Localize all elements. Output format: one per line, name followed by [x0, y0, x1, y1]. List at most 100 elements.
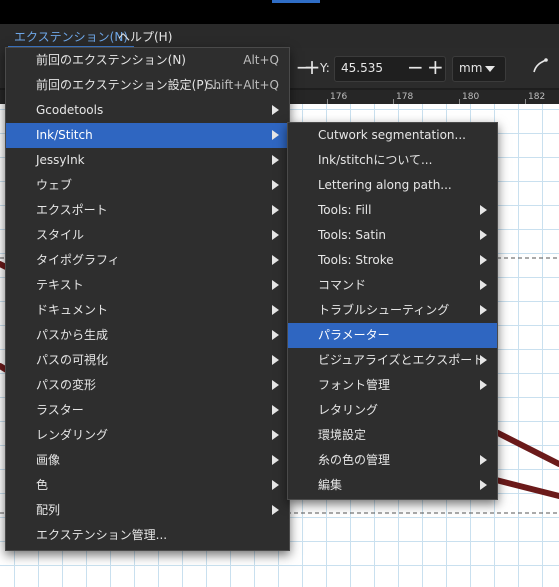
menu-item-commands[interactable]: コマンド — [288, 273, 497, 298]
chevron-right-icon — [272, 380, 279, 390]
menu-item-label: パスの可視化 — [36, 353, 109, 367]
menu-item-label: タイポグラフィ — [36, 253, 120, 267]
menu-item-tools-fill[interactable]: Tools: Fill — [288, 198, 497, 223]
menu-item-generate-from-path[interactable]: パスから生成 — [6, 323, 289, 348]
menu-item-images[interactable]: 画像 — [6, 448, 289, 473]
menu-item-raster[interactable]: ラスター — [6, 398, 289, 423]
shortcut-label: Shift+Alt+Q — [205, 78, 279, 92]
chevron-right-icon — [272, 180, 279, 190]
menubar: エクステンション(N) ヘルプ(H) — [0, 24, 559, 48]
menu-item-preferences[interactable]: 環境設定 — [288, 423, 497, 448]
chevron-right-icon — [272, 205, 279, 215]
chevron-right-icon — [272, 430, 279, 440]
chevron-right-icon — [480, 255, 487, 265]
menu-item-last-extension[interactable]: 前回のエクステンション(N) Alt+Q — [6, 48, 289, 73]
menu-item-render[interactable]: レンダリング — [6, 423, 289, 448]
chevron-down-icon — [485, 66, 495, 72]
menu-item-lettering[interactable]: レタリング — [288, 398, 497, 423]
chevron-right-icon — [272, 305, 279, 315]
menu-item-about-inkstitch[interactable]: Ink/stitchについて... — [288, 148, 497, 173]
menu-item-document[interactable]: ドキュメント — [6, 298, 289, 323]
menu-item-label: フォント管理 — [318, 378, 391, 392]
menu-item-label: パスの変形 — [36, 378, 97, 392]
menu-item-lettering-along-path[interactable]: Lettering along path... — [288, 173, 497, 198]
menu-item-label: 画像 — [36, 453, 61, 467]
menu-item-label: ラスター — [36, 403, 84, 417]
menu-item-cutwork-segmentation[interactable]: Cutwork segmentation... — [288, 123, 497, 148]
menu-item-font-management[interactable]: フォント管理 — [288, 373, 497, 398]
menu-item-color[interactable]: 色 — [6, 473, 289, 498]
chevron-right-icon — [272, 155, 279, 165]
tab-indicator — [272, 0, 320, 3]
menu-item-label: 色 — [36, 478, 49, 492]
chevron-right-icon — [480, 455, 487, 465]
chevron-right-icon — [480, 230, 487, 240]
menu-item-label: 環境設定 — [318, 428, 367, 442]
chevron-right-icon — [272, 505, 279, 515]
chevron-right-icon — [480, 305, 487, 315]
menu-item-troubleshooting[interactable]: トラブルシューティング — [288, 298, 497, 323]
menu-item-arrange[interactable]: 配列 — [6, 498, 289, 523]
path-tool-icon[interactable] — [528, 56, 552, 80]
menu-item-label: 編集 — [318, 478, 343, 492]
menu-item-gcodetools[interactable]: Gcodetools — [6, 98, 289, 123]
inkstitch-submenu: Cutwork segmentation... Ink/stitchについて..… — [287, 122, 498, 500]
menu-item-web[interactable]: ウェブ — [6, 173, 289, 198]
chevron-right-icon — [272, 255, 279, 265]
y-increment-button[interactable]: + — [427, 55, 444, 79]
menu-item-jessyink[interactable]: JessyInk — [6, 148, 289, 173]
menu-item-label: Lettering along path... — [318, 178, 452, 192]
menu-item-label: 配列 — [36, 503, 61, 517]
y-label: Y: — [320, 61, 330, 75]
y-decrement-button[interactable]: − — [407, 55, 424, 79]
menu-item-text[interactable]: テキスト — [6, 273, 289, 298]
menu-item-label: パラメーター — [318, 328, 390, 342]
menu-item-label: Tools: Fill — [318, 203, 372, 217]
chevron-right-icon — [480, 280, 487, 290]
menu-item-label: ウェブ — [36, 178, 73, 192]
ruler-tick-label: 176 — [330, 92, 348, 102]
chevron-right-icon — [272, 330, 279, 340]
chevron-right-icon — [272, 230, 279, 240]
extensions-menu: 前回のエクステンション(N) Alt+Q 前回のエクステンション設定(P)... S… — [5, 47, 290, 551]
menu-item-visualize-export[interactable]: ビジュアライズとエクスポート — [288, 348, 497, 373]
ruler-tick-label: 182 — [528, 92, 546, 102]
menu-item-label: Cutwork segmentation... — [318, 128, 466, 142]
menu-item-manage-extensions[interactable]: エクステンション管理... — [6, 523, 289, 548]
chevron-right-icon — [272, 480, 279, 490]
chevron-right-icon — [480, 480, 487, 490]
menu-item-label: テキスト — [36, 278, 84, 292]
menu-item-modify-path[interactable]: パスの変形 — [6, 373, 289, 398]
menu-item-label: ビジュアライズとエクスポート — [318, 353, 485, 367]
chevron-right-icon — [480, 205, 487, 215]
menu-item-parameters[interactable]: パラメーター — [288, 323, 497, 348]
window-title-strip — [0, 0, 559, 24]
ruler-tick-label: 180 — [462, 92, 480, 102]
menu-item-visualize-path[interactable]: パスの可視化 — [6, 348, 289, 373]
ruler-tick-label: 178 — [396, 92, 414, 102]
menu-help[interactable]: ヘルプ(H) — [112, 28, 178, 46]
menu-item-tools-satin[interactable]: Tools: Satin — [288, 223, 497, 248]
menu-item-edit[interactable]: 編集 — [288, 473, 497, 498]
menu-item-style[interactable]: スタイル — [6, 223, 289, 248]
menu-item-tools-stroke[interactable]: Tools: Stroke — [288, 248, 497, 273]
menu-item-label: Tools: Stroke — [318, 253, 394, 267]
menu-item-label: JessyInk — [36, 153, 85, 167]
menu-item-inkstitch[interactable]: Ink/Stitch — [6, 123, 289, 148]
menu-item-typography[interactable]: タイポグラフィ — [6, 248, 289, 273]
y-field[interactable]: 45.535 − + — [334, 55, 446, 82]
menu-item-label: Tools: Satin — [318, 228, 387, 242]
menu-item-export[interactable]: エクスポート — [6, 198, 289, 223]
chevron-right-icon — [272, 130, 279, 140]
chevron-right-icon — [272, 105, 279, 115]
menu-item-label: コマンド — [318, 278, 367, 292]
chevron-right-icon — [272, 355, 279, 365]
menu-item-label: レタリング — [318, 403, 379, 417]
menu-item-last-extension-settings[interactable]: 前回のエクステンション設定(P)... Shift+Alt+Q — [6, 73, 289, 98]
unit-select[interactable]: mm — [452, 56, 506, 82]
menu-item-thread-color-management[interactable]: 糸の色の管理 — [288, 448, 497, 473]
menu-item-label: パスから生成 — [36, 328, 109, 342]
chevron-right-icon — [272, 405, 279, 415]
menu-item-label: エクスポート — [36, 203, 108, 217]
menu-item-label: 前回のエクステンション設定(P)... — [36, 78, 220, 92]
